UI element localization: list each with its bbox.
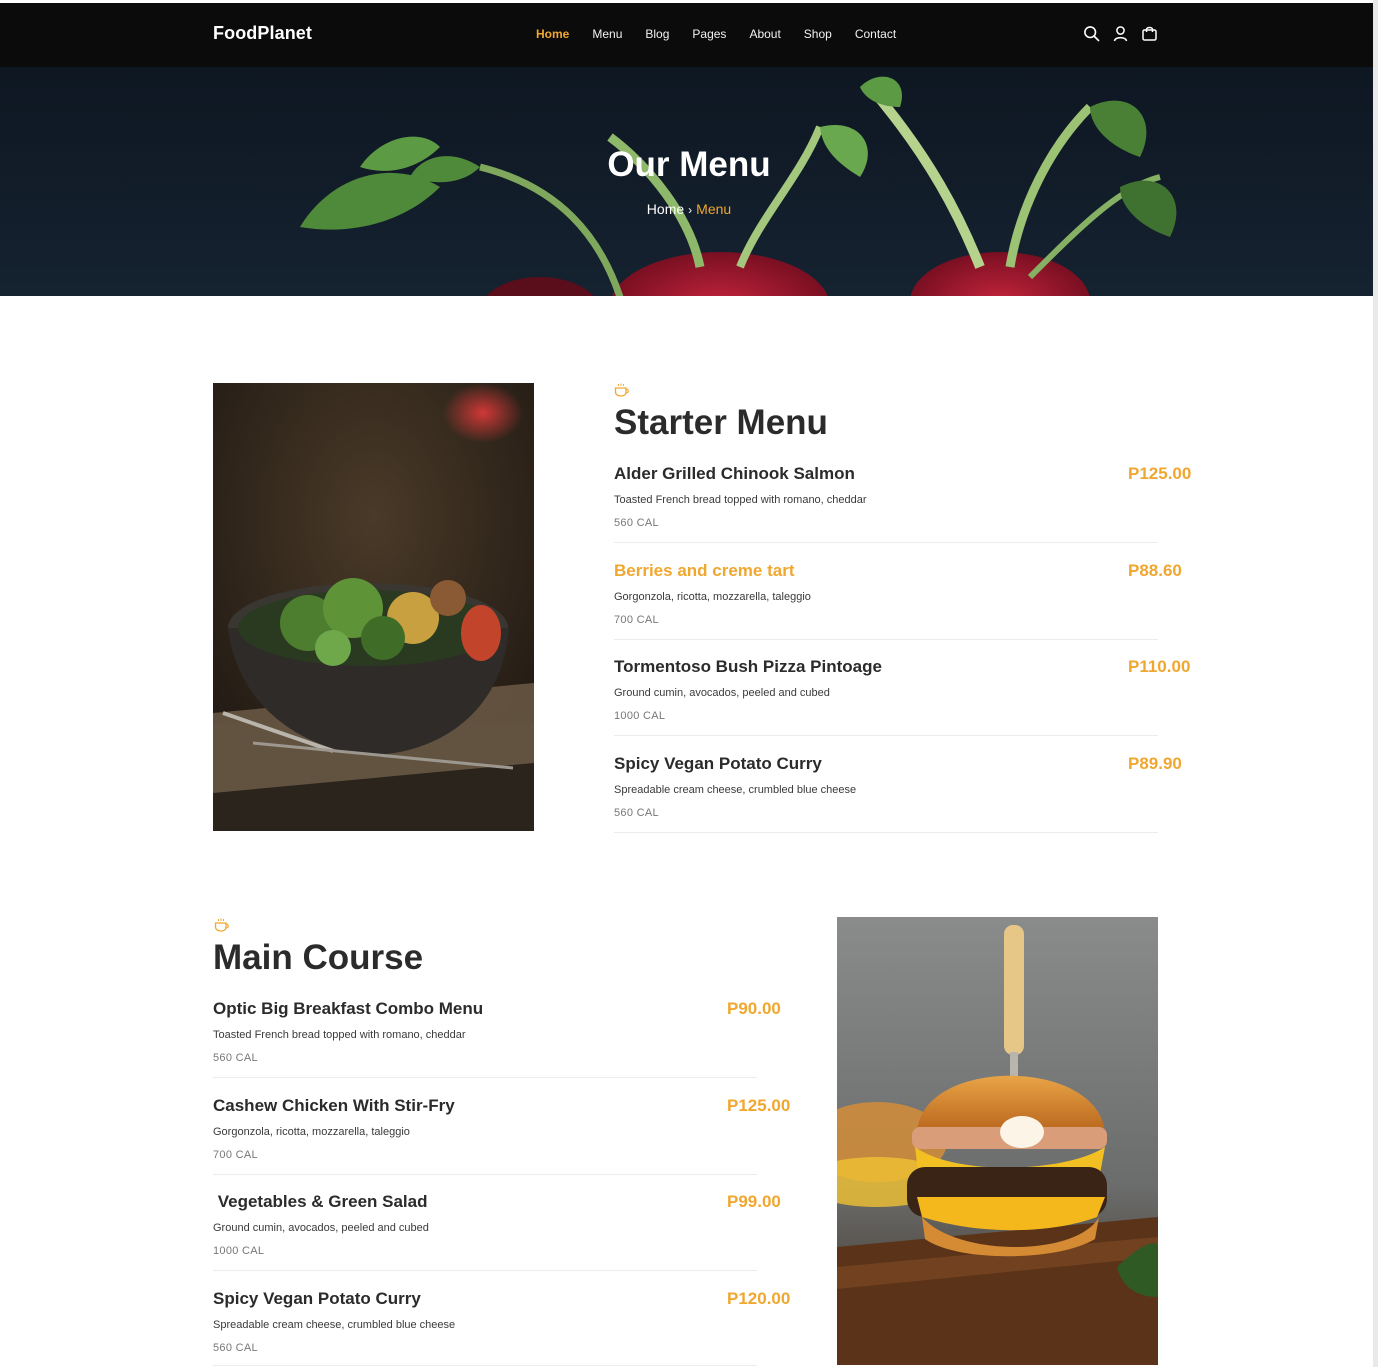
menu-item-description: Spreadable cream cheese, crumbled blue c…: [614, 784, 857, 796]
menu-item-price: P89.90: [1128, 754, 1182, 773]
menu-item[interactable]: Cashew Chicken With Stir-Fry P125.00 Gor…: [213, 1096, 803, 1193]
menu-item-price: P99.00: [727, 1192, 781, 1211]
menu-item-calories: 560 CAL: [213, 1342, 258, 1354]
breadcrumb: Home › Menu: [0, 201, 1373, 217]
menu-item-name[interactable]: Tormentoso Bush Pizza Pintoage: [614, 657, 882, 677]
breadcrumb-home-link[interactable]: Home: [647, 201, 684, 217]
menu-item-name[interactable]: Alder Grilled Chinook Salmon: [614, 464, 855, 484]
nav-item-blog[interactable]: Blog: [645, 27, 669, 41]
shopping-bag-icon[interactable]: [1141, 25, 1158, 42]
menu-item-name[interactable]: Spicy Vegan Potato Curry: [614, 754, 822, 774]
menu-item-description: Toasted French bread topped with romano,…: [213, 1029, 466, 1041]
hero-banner: Our Menu Home › Menu: [0, 67, 1373, 296]
menu-item-price: P110.00: [1128, 657, 1191, 676]
menu-item-description: Ground cumin, avocados, peeled and cubed: [614, 687, 830, 699]
menu-item[interactable]: Spicy Vegan Potato Curry P89.90 Spreadab…: [614, 754, 1204, 851]
menu-item-calories: 700 CAL: [213, 1149, 258, 1161]
nav-item-contact[interactable]: Contact: [855, 27, 896, 41]
menu-item-price: P120.00: [727, 1289, 791, 1308]
chevron-right-icon: ›: [688, 203, 693, 217]
divider: [213, 1077, 757, 1078]
menu-item[interactable]: Spicy Vegan Potato Curry P120.00 Spreada…: [213, 1289, 803, 1367]
menu-item-description: Gorgonzola, ricotta, mozzarella, taleggi…: [614, 591, 811, 603]
page-title: Our Menu: [607, 145, 771, 184]
nav-item-pages[interactable]: Pages: [692, 27, 726, 41]
coffee-cup-icon: [614, 383, 630, 397]
menu-item-description: Gorgonzola, ricotta, mozzarella, taleggi…: [213, 1126, 410, 1138]
menu-item-calories: 1000 CAL: [614, 710, 666, 722]
nav-item-menu[interactable]: Menu: [592, 27, 622, 41]
divider: [614, 735, 1158, 736]
divider: [213, 1174, 757, 1175]
divider: [614, 542, 1158, 543]
menu-item-calories: 560 CAL: [213, 1052, 258, 1064]
menu-item-name[interactable]: Optic Big Breakfast Combo Menu: [213, 999, 483, 1019]
search-icon[interactable]: [1083, 25, 1100, 42]
divider: [213, 1365, 757, 1366]
nav-icon-group: [1083, 25, 1158, 42]
menu-item-description: Spreadable cream cheese, crumbled blue c…: [213, 1319, 456, 1331]
starter-menu-title: Starter Menu: [614, 403, 828, 442]
main-course-burger-image: [837, 917, 1158, 1365]
menu-item[interactable]: Berries and creme tart P88.60 Gorgonzola…: [614, 561, 1204, 658]
main-course-title: Main Course: [213, 938, 424, 977]
divider: [614, 832, 1158, 833]
menu-item[interactable]: Vegetables & Green Salad P99.00 Ground c…: [213, 1192, 803, 1289]
navbar: FoodPlanet Home Menu Blog Pages About Sh…: [0, 3, 1373, 67]
menu-item-calories: 1000 CAL: [213, 1245, 265, 1257]
menu-item-name[interactable]: Spicy Vegan Potato Curry: [213, 1289, 421, 1309]
menu-item-name[interactable]: Berries and creme tart: [614, 561, 794, 581]
divider: [213, 1270, 757, 1271]
menu-item-price: P88.60: [1128, 561, 1182, 580]
nav-item-about[interactable]: About: [749, 27, 780, 41]
user-icon[interactable]: [1112, 25, 1129, 42]
menu-item[interactable]: Optic Big Breakfast Combo Menu P90.00 To…: [213, 999, 803, 1096]
coffee-cup-icon: [214, 918, 230, 932]
divider: [614, 639, 1158, 640]
breadcrumb-current: Menu: [696, 201, 732, 217]
menu-item-price: P90.00: [727, 999, 781, 1018]
menu-item-description: Ground cumin, avocados, peeled and cubed: [213, 1222, 429, 1234]
page-scrollbar[interactable]: [1373, 0, 1378, 1367]
menu-item-price: P125.00: [727, 1096, 791, 1115]
menu-item-calories: 560 CAL: [614, 807, 659, 819]
menu-item-calories: 560 CAL: [614, 517, 659, 529]
starter-salad-image: [213, 383, 534, 831]
menu-item-description: Toasted French bread topped with romano,…: [614, 494, 867, 506]
menu-item-name[interactable]: Cashew Chicken With Stir-Fry: [213, 1096, 455, 1116]
menu-item-calories: 700 CAL: [614, 614, 659, 626]
main-nav: Home Menu Blog Pages About Shop Contact: [536, 27, 896, 41]
menu-item[interactable]: Alder Grilled Chinook Salmon P125.00 Toa…: [614, 464, 1204, 561]
nav-item-shop[interactable]: Shop: [804, 27, 832, 41]
menu-item-name[interactable]: Vegetables & Green Salad: [213, 1192, 428, 1212]
nav-item-home[interactable]: Home: [536, 27, 569, 41]
site-logo[interactable]: FoodPlanet: [213, 23, 312, 44]
menu-item-price: P125.00: [1128, 464, 1192, 483]
menu-item[interactable]: Tormentoso Bush Pizza Pintoage P110.00 G…: [614, 657, 1204, 754]
